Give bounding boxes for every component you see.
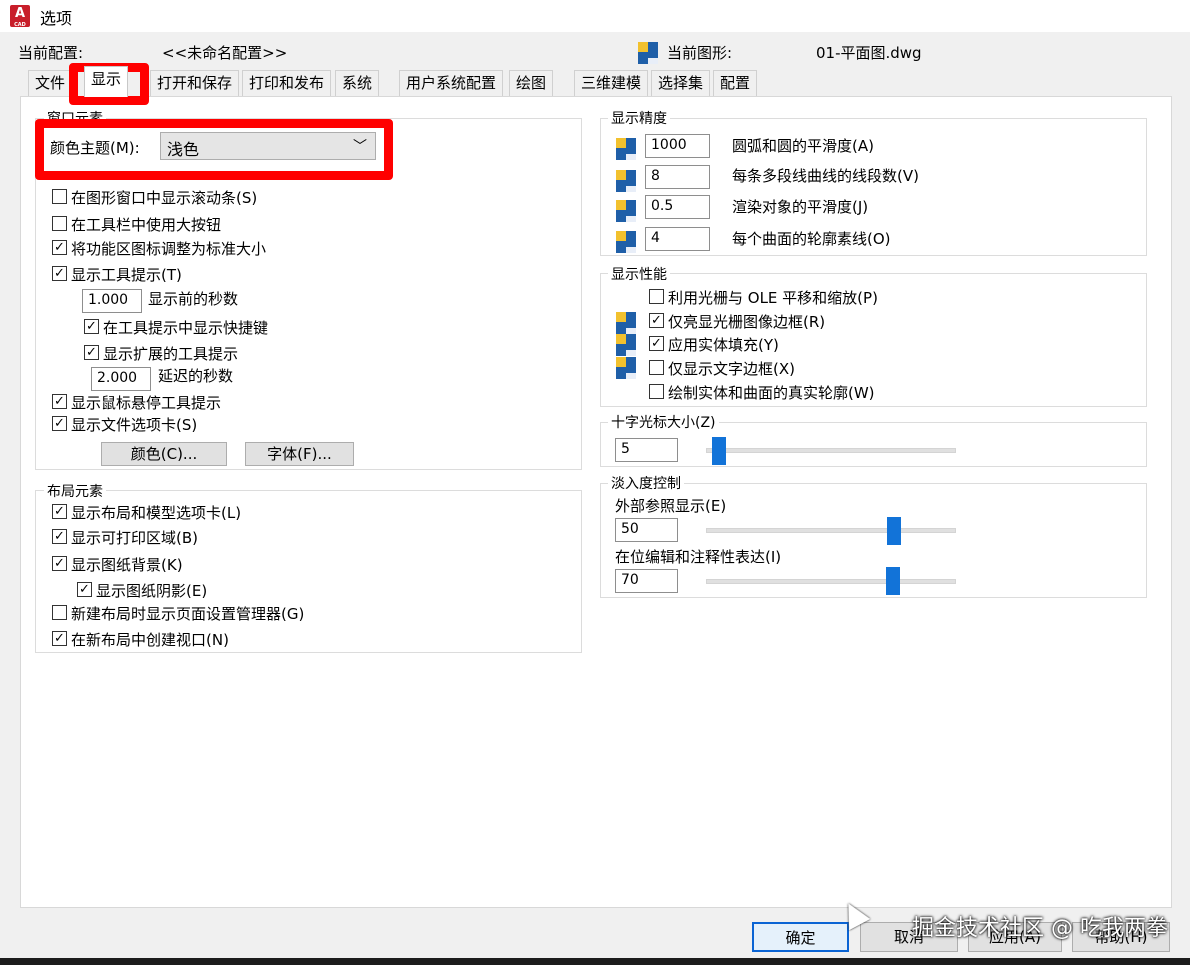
drawing-setting-icon bbox=[616, 312, 636, 334]
ribbon-icons-label: 将功能区图标调整为标准大小 bbox=[71, 240, 267, 258]
crosshair-slider-track[interactable] bbox=[706, 448, 956, 453]
tab-open-save[interactable]: 打开和保存 bbox=[150, 70, 240, 96]
polyline-segments-input[interactable]: 8 bbox=[645, 165, 710, 189]
crosshair-size-input[interactable]: 5 bbox=[615, 438, 678, 462]
drawing-setting-icon bbox=[616, 357, 636, 379]
paper-shadow-label: 显示图纸阴影(E) bbox=[96, 582, 208, 600]
xref-fade-slider-thumb[interactable] bbox=[886, 517, 901, 545]
tab-drafting[interactable]: 绘图 bbox=[509, 70, 554, 96]
paper-background-label: 显示图纸背景(K) bbox=[71, 556, 183, 574]
raster-ole-label: 利用光栅与 OLE 平移和缩放(P) bbox=[668, 289, 878, 307]
scrollbars-checkbox[interactable] bbox=[52, 189, 67, 204]
contour-lines-input[interactable]: 4 bbox=[645, 227, 710, 251]
extended-tooltips-checkbox[interactable] bbox=[84, 345, 99, 360]
shortcut-keys-checkbox[interactable] bbox=[84, 319, 99, 334]
inplace-fade-input[interactable]: 70 bbox=[615, 569, 678, 593]
tab-selection[interactable]: 选择集 bbox=[651, 70, 711, 96]
printable-area-label: 显示可打印区域(B) bbox=[71, 529, 198, 547]
page-setup-manager-checkbox[interactable] bbox=[52, 605, 67, 620]
fonts-button[interactable]: 字体(F)... bbox=[245, 442, 354, 466]
drawing-file-icon bbox=[638, 42, 658, 64]
layout-model-tabs-label: 显示布局和模型选项卡(L) bbox=[71, 504, 242, 522]
taskbar-strip bbox=[0, 958, 1190, 965]
create-viewport-checkbox[interactable] bbox=[52, 631, 67, 646]
display-performance-title: 显示性能 bbox=[608, 264, 670, 284]
display-resolution-title: 显示精度 bbox=[608, 108, 670, 128]
text-boundary-label: 仅显示文字边框(X) bbox=[668, 360, 795, 378]
drawing-setting-icon bbox=[616, 170, 636, 192]
tooltips-label: 显示工具提示(T) bbox=[71, 266, 182, 284]
xref-fade-label: 外部参照显示(E) bbox=[615, 497, 727, 515]
raster-ole-checkbox[interactable] bbox=[649, 289, 664, 304]
tab-user-preferences[interactable]: 用户系统配置 bbox=[399, 70, 504, 96]
current-drawing-value: 01-平面图.dwg bbox=[816, 44, 922, 62]
ok-button[interactable]: 确定 bbox=[752, 922, 849, 952]
large-buttons-label: 在工具栏中使用大按钮 bbox=[71, 216, 222, 234]
drawing-setting-icon bbox=[616, 334, 636, 356]
paper-shadow-checkbox[interactable] bbox=[77, 582, 92, 597]
crosshair-size-title: 十字光标大小(Z) bbox=[608, 412, 719, 432]
rollover-tooltips-checkbox[interactable] bbox=[52, 394, 67, 409]
current-profile-label: 当前配置: bbox=[18, 44, 84, 62]
title-bar: A CAD 选项 bbox=[0, 0, 1190, 32]
tab-3d-modeling[interactable]: 三维建模 bbox=[574, 70, 649, 96]
printable-area-checkbox[interactable] bbox=[52, 529, 67, 544]
paper-background-checkbox[interactable] bbox=[52, 556, 67, 571]
tooltips-checkbox[interactable] bbox=[52, 266, 67, 281]
rollover-tooltips-label: 显示鼠标悬停工具提示 bbox=[71, 394, 222, 412]
tooltip-delay-input[interactable]: 1.000 bbox=[82, 289, 142, 313]
polyline-segments-label: 每条多段线曲线的线段数(V) bbox=[732, 167, 919, 185]
text-boundary-checkbox[interactable] bbox=[649, 360, 664, 375]
tab-plot-publish[interactable]: 打印和发布 bbox=[242, 70, 332, 96]
render-smoothness-input[interactable]: 0.5 bbox=[645, 195, 710, 219]
xref-fade-slider-track[interactable] bbox=[706, 528, 956, 533]
inplace-fade-slider-track[interactable] bbox=[706, 579, 956, 584]
current-profile-value: <<未命名配置>> bbox=[162, 44, 288, 62]
inplace-fade-slider-thumb[interactable] bbox=[886, 567, 901, 595]
tab-system[interactable]: 系统 bbox=[335, 70, 380, 96]
arc-smoothness-input[interactable]: 1000 bbox=[645, 134, 710, 158]
window-title: 选项 bbox=[40, 9, 73, 28]
solid-fill-checkbox[interactable] bbox=[649, 336, 664, 351]
scrollbars-label: 在图形窗口中显示滚动条(S) bbox=[71, 189, 258, 207]
file-tabs-checkbox[interactable] bbox=[52, 416, 67, 431]
tab-files[interactable]: 文件 bbox=[28, 70, 73, 96]
inplace-fade-label: 在位编辑和注释性表达(I) bbox=[615, 548, 782, 566]
crosshair-slider-thumb[interactable] bbox=[711, 437, 726, 465]
autocad-icon: A CAD bbox=[10, 5, 30, 28]
layout-model-tabs-checkbox[interactable] bbox=[52, 504, 67, 519]
tooltip-delay-label: 显示前的秒数 bbox=[148, 290, 239, 308]
true-silhouettes-checkbox[interactable] bbox=[649, 384, 664, 399]
drawing-setting-icon bbox=[616, 138, 636, 160]
extended-delay-label: 延迟的秒数 bbox=[158, 367, 234, 385]
tab-display[interactable]: 显示 bbox=[84, 66, 129, 97]
render-smoothness-label: 渲染对象的平滑度(J) bbox=[732, 198, 869, 216]
watermark: 掘金技术社区 @ 吃我两拳 bbox=[912, 916, 1168, 941]
color-theme-highlight-box bbox=[35, 119, 393, 180]
page-setup-manager-label: 新建布局时显示页面设置管理器(G) bbox=[71, 605, 305, 623]
shortcut-keys-label: 在工具提示中显示快捷键 bbox=[103, 319, 269, 337]
ribbon-icons-checkbox[interactable] bbox=[52, 240, 67, 255]
xref-fade-input[interactable]: 50 bbox=[615, 518, 678, 542]
current-drawing-label: 当前图形: bbox=[667, 44, 733, 62]
arc-smoothness-label: 圆弧和圆的平滑度(A) bbox=[732, 137, 874, 155]
extended-tooltips-label: 显示扩展的工具提示 bbox=[103, 345, 239, 363]
fade-control-title: 淡入度控制 bbox=[608, 473, 684, 493]
highlight-raster-checkbox[interactable] bbox=[649, 313, 664, 328]
solid-fill-label: 应用实体填充(Y) bbox=[668, 336, 779, 354]
large-buttons-checkbox[interactable] bbox=[52, 216, 67, 231]
drawing-setting-icon bbox=[616, 231, 636, 253]
tab-profiles[interactable]: 配置 bbox=[713, 70, 758, 96]
colors-button[interactable]: 颜色(C)... bbox=[101, 442, 227, 466]
file-tabs-label: 显示文件选项卡(S) bbox=[71, 416, 198, 434]
layout-elements-title: 布局元素 bbox=[44, 481, 106, 501]
extended-delay-input[interactable]: 2.000 bbox=[91, 367, 151, 391]
contour-lines-label: 每个曲面的轮廓素线(O) bbox=[732, 230, 891, 248]
highlight-raster-label: 仅亮显光栅图像边框(R) bbox=[668, 313, 826, 331]
drawing-setting-icon bbox=[616, 200, 636, 222]
create-viewport-label: 在新布局中创建视口(N) bbox=[71, 631, 229, 649]
true-silhouettes-label: 绘制实体和曲面的真实轮廓(W) bbox=[668, 384, 875, 402]
